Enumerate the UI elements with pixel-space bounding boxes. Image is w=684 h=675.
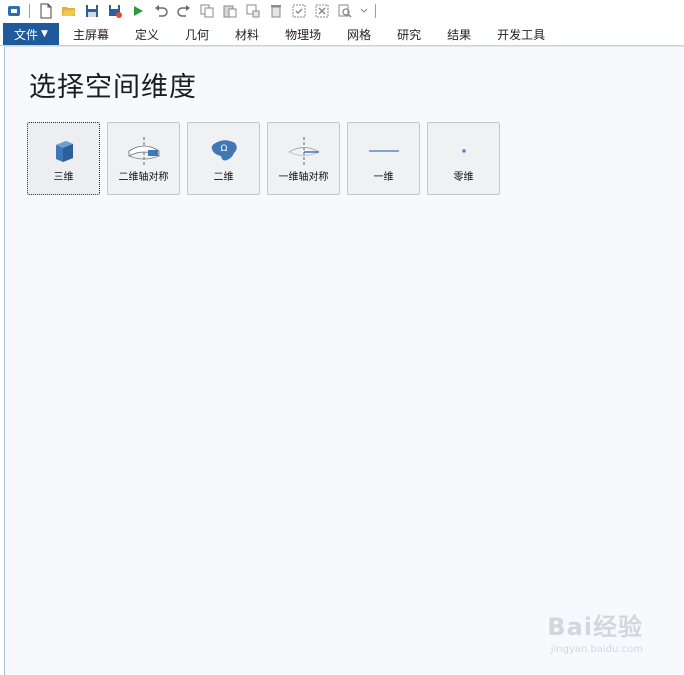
file-menu-label: 文件: [14, 27, 39, 42]
baidu-watermark: Bai经验 jingyan.baidu.com: [547, 607, 643, 655]
copy-icon[interactable]: [198, 2, 216, 20]
svg-text:Ω: Ω: [220, 144, 227, 154]
new-icon[interactable]: [37, 2, 55, 20]
dimension-label: 二维轴对称: [118, 172, 169, 183]
clear-selection-icon[interactable]: [313, 2, 331, 20]
tab-geometry[interactable]: 几何: [172, 23, 222, 45]
delete-icon[interactable]: [267, 2, 285, 20]
dimension-2d-axisymmetric-button[interactable]: 二维轴对称: [107, 122, 180, 195]
customize-icon[interactable]: [359, 2, 369, 20]
ribbon-menubar: 文件 ▼ 主屏幕 定义 几何 材料 物理场 网格 研究 结果 开发工具: [0, 23, 684, 46]
save-icon[interactable]: [83, 2, 101, 20]
duplicate-icon[interactable]: [244, 2, 262, 20]
point-0d-icon: [444, 136, 484, 166]
tab-mesh[interactable]: 网格: [334, 23, 384, 45]
axisymmetric-1d-icon: [284, 136, 324, 166]
line-1d-icon: [364, 136, 404, 166]
quick-access-toolbar: [0, 0, 684, 22]
dimension-label: 三维: [53, 172, 74, 183]
file-menu-button[interactable]: 文件 ▼: [3, 23, 59, 45]
redo-icon[interactable]: [175, 2, 193, 20]
dimension-label: 二维: [213, 172, 234, 183]
undo-icon[interactable]: [152, 2, 170, 20]
tab-materials[interactable]: 材料: [222, 23, 272, 45]
axisymmetric-2d-icon: [124, 136, 164, 166]
cube-3d-icon: [44, 136, 84, 166]
paste-icon[interactable]: [221, 2, 239, 20]
find-icon[interactable]: [336, 2, 354, 20]
watermark-url: jingyan.baidu.com: [550, 644, 643, 655]
dimension-3d-button[interactable]: 三维: [27, 122, 100, 195]
space-dimension-list: 三维 二维轴对称 Ω 二维 一维轴对称 一维 零维: [27, 122, 507, 195]
dimension-label: 一维轴对称: [278, 172, 329, 183]
dimension-1d-axisymmetric-button[interactable]: 一维轴对称: [267, 122, 340, 195]
tab-study[interactable]: 研究: [384, 23, 434, 45]
tab-results[interactable]: 结果: [434, 23, 484, 45]
dimension-label: 一维: [373, 172, 394, 183]
page-title: 选择空间维度: [29, 72, 197, 103]
tab-home[interactable]: 主屏幕: [59, 23, 122, 45]
save-as-icon[interactable]: [106, 2, 124, 20]
app-icon[interactable]: [5, 2, 23, 20]
tab-developer[interactable]: 开发工具: [484, 23, 558, 45]
model-wizard-panel: 选择空间维度 三维 二维轴对称 Ω 二维 一维轴对称 一维 零维 Bai经验 j…: [4, 46, 684, 675]
dimension-1d-button[interactable]: 一维: [347, 122, 420, 195]
caret-down-icon: ▼: [41, 29, 48, 39]
tab-physics[interactable]: 物理场: [272, 23, 334, 45]
select-all-icon[interactable]: [290, 2, 308, 20]
dimension-0d-button[interactable]: 零维: [427, 122, 500, 195]
planar-2d-icon: Ω: [204, 136, 244, 166]
tab-definitions[interactable]: 定义: [122, 23, 172, 45]
open-icon[interactable]: [60, 2, 78, 20]
dimension-label: 零维: [453, 172, 474, 183]
watermark-brand: Bai经验: [547, 613, 643, 641]
dimension-2d-button[interactable]: Ω 二维: [187, 122, 260, 195]
toolbar-separator: [29, 4, 30, 18]
toolbar-separator: [375, 4, 376, 18]
run-icon[interactable]: [129, 2, 147, 20]
